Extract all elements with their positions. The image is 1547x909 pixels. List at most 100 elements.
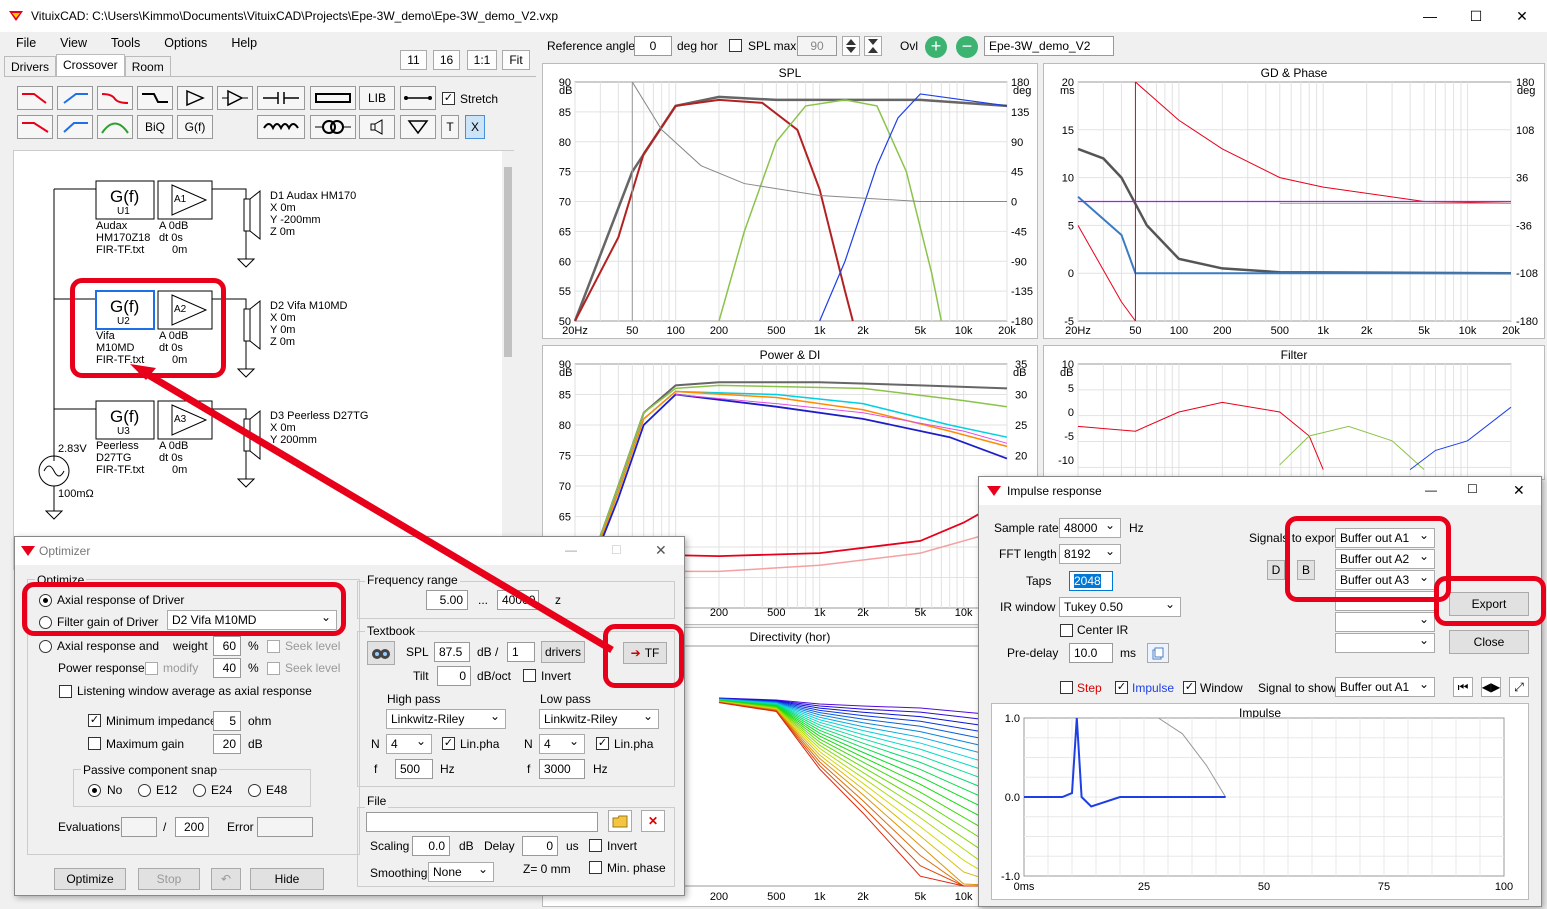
optimizer-minimize-icon[interactable]: —: [565, 543, 577, 557]
swap-signal-icon[interactable]: ◀▶: [1481, 677, 1501, 697]
max-gain-input[interactable]: 20: [213, 734, 241, 754]
text-button[interactable]: T: [441, 115, 459, 139]
seek-level-checkbox-2[interactable]: [267, 662, 280, 675]
predelay-input[interactable]: 10.0: [1069, 643, 1113, 663]
weight-power-input[interactable]: 40: [213, 658, 241, 678]
menu-view[interactable]: View: [44, 36, 95, 50]
stop-button[interactable]: Stop: [138, 868, 200, 890]
export-signal-2-select[interactable]: Buffer out A2: [1335, 549, 1435, 569]
delete-button[interactable]: X: [465, 115, 485, 139]
spl-max-input[interactable]: 90: [797, 36, 837, 56]
overlay-add-icon[interactable]: +: [925, 36, 947, 58]
taps-input[interactable]: 2048: [1069, 571, 1113, 591]
project-name-input[interactable]: Epe-3W_demo_V2: [984, 36, 1114, 56]
ref-angle-input[interactable]: 0: [634, 36, 672, 56]
listening-window-checkbox[interactable]: [59, 685, 72, 698]
inductor-part-icon[interactable]: [257, 115, 305, 139]
close-button[interactable]: Close: [1449, 630, 1529, 654]
weight-axial-input[interactable]: 60: [213, 636, 241, 656]
snap-e24-radio[interactable]: [193, 784, 206, 797]
hide-button[interactable]: Hide: [250, 868, 324, 890]
overlay-remove-icon[interactable]: −: [956, 36, 978, 58]
shelf-part-icon[interactable]: [137, 86, 173, 110]
clear-file-icon[interactable]: ✕: [641, 810, 665, 832]
menu-tools[interactable]: Tools: [95, 36, 148, 50]
schematic-canvas[interactable]: G(f) U1 A1 Audax HM170Z18 FIR-TF.txt A 0…: [13, 150, 514, 571]
optimizer-maximize-icon[interactable]: ☐: [611, 543, 622, 557]
maximize-icon[interactable]: ☐: [1453, 0, 1499, 32]
d-button[interactable]: D: [1267, 560, 1285, 580]
lp-order-select[interactable]: 4: [539, 734, 585, 754]
tf-button[interactable]: ➔ TF: [623, 642, 667, 664]
snap-e12-radio[interactable]: [138, 784, 151, 797]
freq-low-input[interactable]: 5.00: [426, 590, 468, 610]
fullscreen-icon[interactable]: ⤢: [1509, 677, 1529, 697]
drivers-button[interactable]: drivers: [541, 641, 585, 663]
close-icon[interactable]: ✕: [1499, 0, 1545, 32]
export-signal-5-select[interactable]: [1335, 612, 1435, 632]
ground-part-icon[interactable]: [400, 115, 436, 139]
smoothing-select[interactable]: None: [428, 862, 494, 882]
prev-signal-icon[interactable]: ⏮: [1453, 677, 1473, 697]
freq-high-input[interactable]: 40000: [497, 590, 539, 610]
spl-collapse-icon[interactable]: [864, 36, 882, 56]
menu-help[interactable]: Help: [215, 36, 265, 50]
zoom-16-button[interactable]: 16: [433, 50, 460, 70]
undo-icon[interactable]: ↶: [211, 868, 241, 890]
driver-select[interactable]: D2 Vifa M10MD: [167, 610, 337, 630]
bandpass-part-icon[interactable]: [97, 115, 133, 139]
lowpass2-part-icon[interactable]: [17, 115, 53, 139]
scaling-input[interactable]: 0.0: [412, 836, 450, 856]
stretch-checkbox[interactable]: ✓: [442, 92, 455, 105]
fit-button[interactable]: Fit: [502, 50, 530, 70]
invert-file-checkbox[interactable]: [589, 839, 602, 852]
spl-stepper-icon[interactable]: [842, 36, 860, 56]
export-signal-1-select[interactable]: Buffer out A1: [1335, 528, 1435, 548]
center-ir-checkbox[interactable]: [1060, 624, 1073, 637]
impulse-chart[interactable]: Impulse 1.0 0.0 -1.0 0ms 25 50 75 100: [991, 703, 1529, 900]
menu-file[interactable]: File: [0, 36, 44, 50]
speaker-part-icon[interactable]: [359, 115, 395, 139]
filter-gain-radio[interactable]: [39, 616, 52, 629]
biquad-button[interactable]: BiQ: [137, 115, 173, 139]
ir-window-select[interactable]: Tukey 0.50: [1059, 597, 1181, 617]
impulse-maximize-icon[interactable]: ☐: [1467, 482, 1478, 496]
zoom-11-button[interactable]: 11: [400, 50, 427, 70]
impulse-checkbox[interactable]: ✓: [1115, 681, 1128, 694]
axial-radio[interactable]: [39, 594, 52, 607]
export-signal-3-select[interactable]: Buffer out A3: [1335, 570, 1435, 590]
lib-button[interactable]: LIB: [359, 86, 395, 110]
tab-drivers[interactable]: Drivers: [4, 56, 56, 77]
wire-part-icon[interactable]: [400, 86, 436, 110]
minimize-icon[interactable]: —: [1407, 0, 1453, 32]
sample-rate-select[interactable]: 48000: [1059, 518, 1121, 538]
file-path-input[interactable]: [366, 812, 598, 832]
snap-no-radio[interactable]: [88, 784, 101, 797]
gf-button[interactable]: G(f): [177, 115, 213, 139]
buffer-part-icon[interactable]: [217, 86, 253, 110]
filter-chart[interactable]: Filter 10 5 0 -5 -10 dB: [1043, 345, 1545, 480]
hp-type-select[interactable]: Linkwitz-Riley: [386, 709, 506, 729]
modify-checkbox[interactable]: [145, 662, 158, 675]
signal-show-select[interactable]: Buffer out A1: [1335, 677, 1435, 697]
minphase-checkbox[interactable]: [589, 861, 602, 874]
capacitor-part-icon[interactable]: [257, 86, 305, 110]
invert-tilt-checkbox[interactable]: [523, 669, 536, 682]
gd-phase-chart[interactable]: GD & Phase 20 15 10 5 0 -5 180 108 36 -36 -108 -180…: [1043, 63, 1545, 339]
min-impedance-input[interactable]: 5: [213, 711, 241, 731]
export-signal-4-select[interactable]: [1335, 591, 1435, 611]
tab-room[interactable]: Room: [124, 56, 171, 77]
spl-chart[interactable]: SPL 90 85 80 75 70 65 60 55 50 180 135 90 45 0 -45 -90-…: [542, 63, 1038, 339]
textbook-spl-input[interactable]: 87.5: [434, 642, 470, 662]
optimizer-close-icon[interactable]: ✕: [655, 542, 667, 559]
lowpass-part-icon[interactable]: [17, 86, 53, 110]
export-button[interactable]: Export: [1449, 592, 1529, 616]
window-checkbox[interactable]: ✓: [1183, 681, 1196, 694]
b-button[interactable]: B: [1297, 560, 1315, 580]
lp-linpha-checkbox[interactable]: ✓: [596, 737, 609, 750]
highpass-part-icon[interactable]: [57, 86, 93, 110]
schematic-scrollbar[interactable]: [502, 151, 514, 571]
menu-options[interactable]: Options: [148, 36, 215, 50]
open-folder-icon[interactable]: [608, 810, 632, 832]
delay-input[interactable]: 0: [522, 836, 558, 856]
